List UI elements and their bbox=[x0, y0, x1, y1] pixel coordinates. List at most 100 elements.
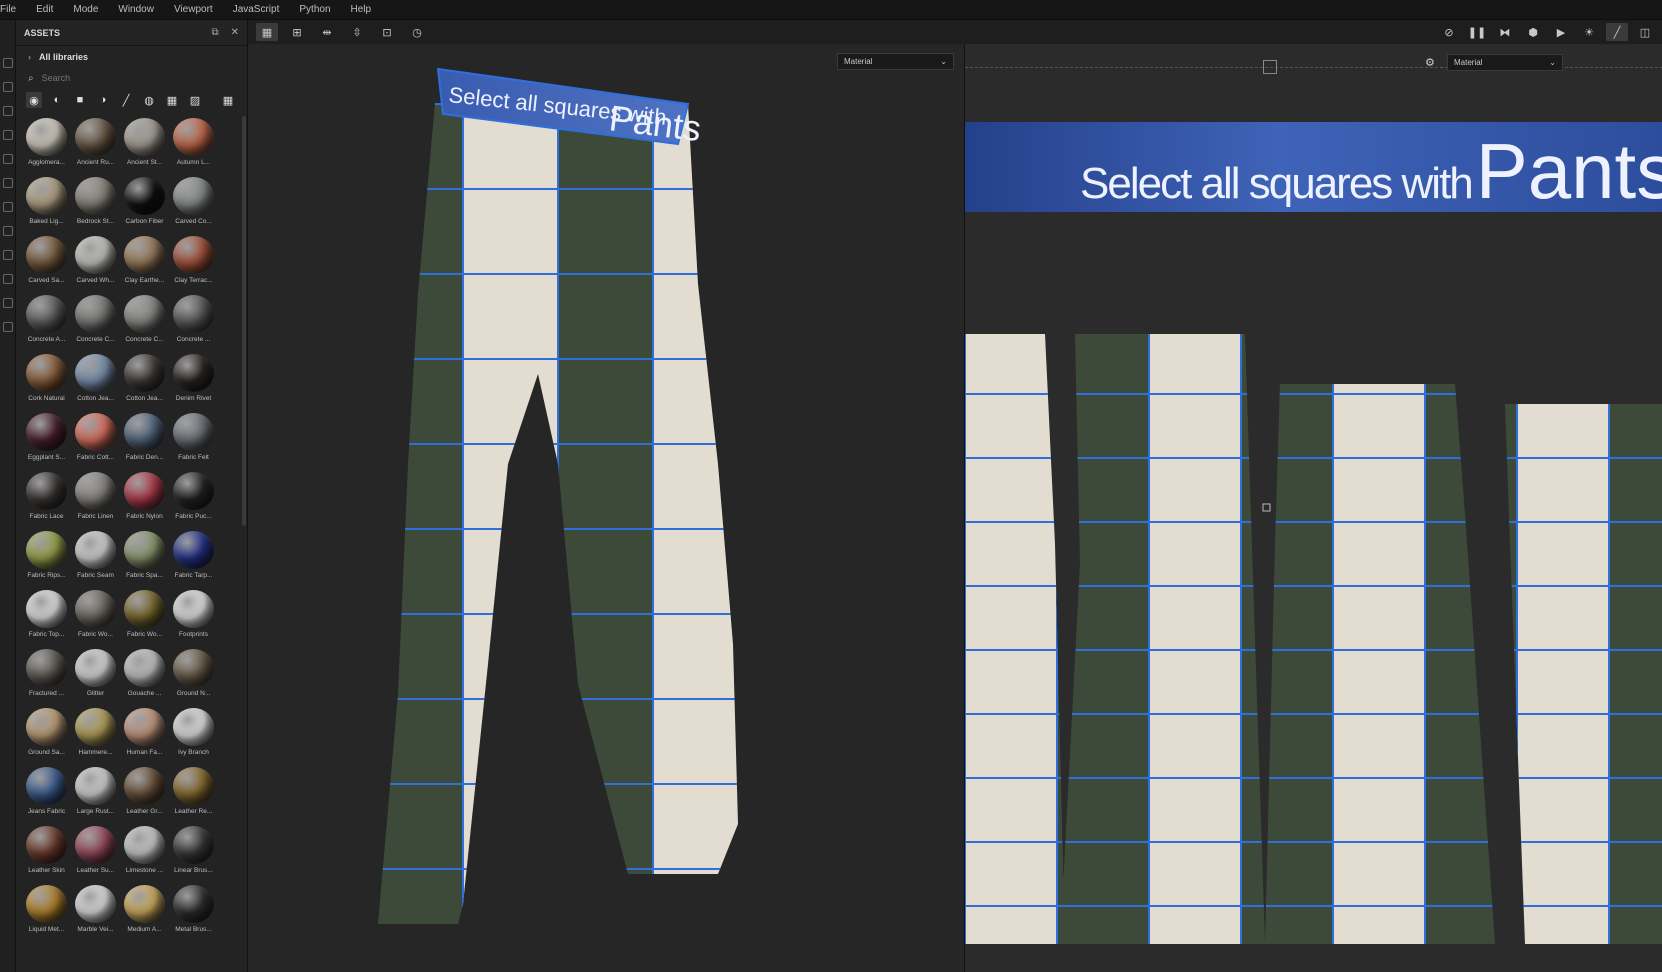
material-thumbnail[interactable]: Carbon Fiber bbox=[120, 177, 169, 225]
material-thumbnail[interactable]: Leather Su... bbox=[71, 826, 120, 874]
material-thumbnail[interactable]: Gouache ... bbox=[120, 649, 169, 697]
material-thumbnail[interactable]: Carved Wh... bbox=[71, 236, 120, 284]
grid-view-icon[interactable]: ▦ bbox=[220, 92, 236, 108]
menu-python[interactable]: Python bbox=[299, 4, 330, 15]
light-icon[interactable]: ☀ bbox=[1578, 23, 1600, 41]
material-thumbnail[interactable]: Fabric Puc... bbox=[169, 472, 218, 520]
material-thumbnail[interactable]: Ground Sa... bbox=[22, 708, 71, 756]
menu-help[interactable]: Help bbox=[351, 4, 372, 15]
stamp-tool-icon[interactable] bbox=[2, 226, 13, 236]
menu-window[interactable]: Window bbox=[118, 4, 154, 15]
material-thumbnail[interactable]: Cotton Jea... bbox=[120, 354, 169, 402]
material-thumbnail[interactable]: Fabric Cott... bbox=[71, 413, 120, 461]
layers-tool-icon[interactable] bbox=[2, 298, 13, 308]
material-thumbnail[interactable]: Carved Co... bbox=[169, 177, 218, 225]
material-thumbnail[interactable]: Ground N... bbox=[169, 649, 218, 697]
menu-mode[interactable]: Mode bbox=[73, 4, 98, 15]
material-thumbnail[interactable]: Large Rust... bbox=[71, 767, 120, 815]
material-thumbnail[interactable]: Ivy Branch bbox=[169, 708, 218, 756]
material-thumbnail[interactable]: Fabric Wo... bbox=[120, 590, 169, 638]
material-thumbnail[interactable]: Fabric Lace bbox=[22, 472, 71, 520]
material-thumbnail[interactable]: Fabric Wo... bbox=[71, 590, 120, 638]
textures-filter-icon[interactable]: ■ bbox=[72, 92, 88, 108]
environments-filter-icon[interactable]: ▨ bbox=[187, 92, 203, 108]
brushes-filter-icon[interactable]: ╱ bbox=[118, 92, 134, 108]
material-thumbnail[interactable]: Fabric Linen bbox=[71, 472, 120, 520]
material-thumbnail[interactable]: Footprints bbox=[169, 590, 218, 638]
material-thumbnail[interactable]: Fabric Seam bbox=[71, 531, 120, 579]
export-tool-icon[interactable] bbox=[2, 250, 13, 260]
geometry-fill-icon[interactable] bbox=[2, 130, 13, 140]
bake-tool-icon[interactable] bbox=[2, 274, 13, 284]
material-thumbnail[interactable]: Ancient St... bbox=[120, 118, 169, 166]
material-thumbnail[interactable]: Baked Lig... bbox=[22, 177, 71, 225]
undock-icon[interactable]: ⧉ bbox=[211, 27, 218, 38]
material-thumbnail[interactable]: Autumn L... bbox=[169, 118, 218, 166]
material-thumbnail[interactable]: Leather Skin bbox=[22, 826, 71, 874]
frame-icon[interactable]: ⊡ bbox=[376, 23, 398, 41]
viewport-3d[interactable]: Material ⌄ Select all squares with Pants bbox=[248, 44, 964, 972]
settings-tool-icon[interactable] bbox=[2, 322, 13, 332]
object-icon[interactable]: ⬢ bbox=[1522, 23, 1544, 41]
material-thumbnail[interactable]: Eggplant S... bbox=[22, 413, 71, 461]
material-thumbnail[interactable]: Leather Gr... bbox=[120, 767, 169, 815]
pants-3d-model[interactable]: Select all squares with Pants bbox=[248, 44, 964, 972]
mirror-x-icon[interactable]: ⇹ bbox=[316, 23, 338, 41]
material-thumbnail[interactable]: Fabric Top... bbox=[22, 590, 71, 638]
material-thumbnail[interactable]: Fabric Rips... bbox=[22, 531, 71, 579]
material-thumbnail[interactable]: Carved Sa... bbox=[22, 236, 71, 284]
material-thumbnail[interactable]: Medium A... bbox=[120, 885, 169, 933]
menu-javascript[interactable]: JavaScript bbox=[233, 4, 280, 15]
material-thumbnail[interactable]: Fabric Nylon bbox=[120, 472, 169, 520]
material-dropdown-3d[interactable]: Material ⌄ bbox=[837, 53, 954, 70]
material-thumbnail[interactable]: Leather Re... bbox=[169, 767, 218, 815]
paint-tool-icon[interactable] bbox=[2, 58, 13, 68]
smart-materials-filter-icon[interactable]: ◐ bbox=[49, 92, 65, 108]
alphas-filter-icon[interactable]: ◍ bbox=[141, 92, 157, 108]
material-thumbnail[interactable]: Concrete C... bbox=[71, 295, 120, 343]
history-icon[interactable]: ◷ bbox=[406, 23, 428, 41]
assets-scrollbar[interactable] bbox=[242, 116, 246, 526]
material-thumbnail[interactable]: Jeans Fabric bbox=[22, 767, 71, 815]
material-thumbnail[interactable]: Fabric Tarp... bbox=[169, 531, 218, 579]
picker-tool-icon[interactable] bbox=[2, 202, 13, 212]
material-thumbnail[interactable]: Linear Brus... bbox=[169, 826, 218, 874]
material-thumbnail[interactable]: Bedrock St... bbox=[71, 177, 120, 225]
eraser-tool-icon[interactable] bbox=[2, 82, 13, 92]
material-thumbnail[interactable]: Fabric Den... bbox=[120, 413, 169, 461]
materials-filter-icon[interactable]: ◉ bbox=[26, 92, 42, 108]
material-thumbnail[interactable]: Concrete C... bbox=[120, 295, 169, 343]
material-thumbnail[interactable]: Concrete A... bbox=[22, 295, 71, 343]
symmetry-icon[interactable]: ⧓ bbox=[1494, 23, 1516, 41]
menu-edit[interactable]: Edit bbox=[36, 4, 53, 15]
smudge-tool-icon[interactable] bbox=[2, 154, 13, 164]
material-thumbnail[interactable]: Agglomera... bbox=[22, 118, 71, 166]
projection-tool-icon[interactable] bbox=[2, 106, 13, 116]
material-thumbnail[interactable]: Limestone ... bbox=[120, 826, 169, 874]
menu-file[interactable]: File bbox=[0, 4, 16, 15]
material-thumbnail[interactable]: Fractured ... bbox=[22, 649, 71, 697]
material-thumbnail[interactable]: Concrete ... bbox=[169, 295, 218, 343]
material-thumbnail[interactable]: Cork Natural bbox=[22, 354, 71, 402]
material-thumbnail[interactable]: Human Fa... bbox=[120, 708, 169, 756]
close-icon[interactable]: ✕ bbox=[231, 27, 239, 38]
single-view-icon[interactable]: ▦ bbox=[256, 23, 278, 41]
material-thumbnail[interactable]: Ancient Ru... bbox=[71, 118, 120, 166]
mirror-y-icon[interactable]: ⇳ bbox=[346, 23, 368, 41]
material-thumbnail[interactable]: Cotton Jea... bbox=[71, 354, 120, 402]
library-selector[interactable]: › All libraries bbox=[16, 46, 247, 68]
material-thumbnail[interactable]: Clay Terrac... bbox=[169, 236, 218, 284]
material-thumbnail[interactable]: Glitter bbox=[71, 649, 120, 697]
material-thumbnail[interactable]: Hammere... bbox=[71, 708, 120, 756]
screenshot-icon[interactable]: ◫ bbox=[1634, 23, 1656, 41]
material-thumbnail[interactable]: Denim Rivet bbox=[169, 354, 218, 402]
material-thumbnail[interactable]: Clay Earthe... bbox=[120, 236, 169, 284]
hide-uv-icon[interactable]: ⊘ bbox=[1438, 23, 1460, 41]
camera-icon[interactable]: ▶ bbox=[1550, 23, 1572, 41]
material-thumbnail[interactable]: Fabric Spa... bbox=[120, 531, 169, 579]
search-input[interactable] bbox=[41, 73, 192, 83]
material-thumbnail[interactable]: Liquid Met... bbox=[22, 885, 71, 933]
procedurals-filter-icon[interactable]: ▦ bbox=[164, 92, 180, 108]
clone-tool-icon[interactable] bbox=[2, 178, 13, 188]
brush-icon[interactable]: ╱ bbox=[1606, 23, 1628, 41]
